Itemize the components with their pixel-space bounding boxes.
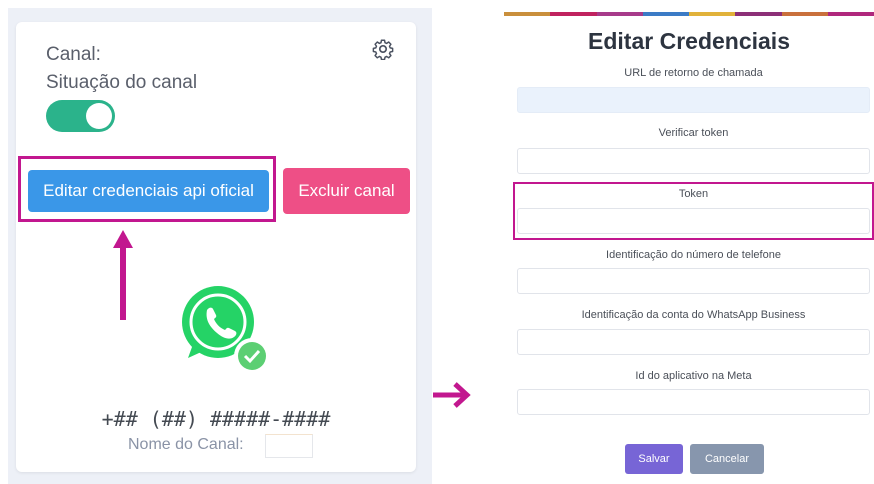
meta-app-id-label: Id do aplicativo na Meta: [635, 370, 752, 382]
cancel-button[interactable]: Cancelar: [690, 444, 764, 474]
canal-label: Canal:: [46, 44, 101, 65]
nome-do-canal-input[interactable]: [265, 434, 313, 458]
channel-status-toggle[interactable]: [46, 100, 115, 132]
callback-url-input[interactable]: [517, 87, 870, 113]
edit-credentials-button[interactable]: Editar credenciais api oficial: [28, 170, 269, 212]
top-color-strip: [504, 12, 874, 16]
token-label: Token: [678, 188, 709, 200]
toggle-knob: [86, 103, 112, 129]
phone-id-label: Identificação do número de telefone: [606, 249, 781, 261]
callback-url-label: URL de retorno de chamada: [624, 67, 763, 79]
verify-token-label: Verificar token: [658, 127, 729, 139]
save-button[interactable]: Salvar: [625, 444, 683, 474]
situacao-label: Situação do canal: [46, 72, 198, 93]
business-account-id-input[interactable]: [517, 329, 870, 355]
whatsapp-icon: [182, 286, 270, 374]
phone-number: +## (##) #####-####: [101, 407, 331, 431]
phone-id-input[interactable]: [517, 268, 870, 294]
check-badge-icon: [234, 338, 270, 374]
verify-token-input[interactable]: [517, 148, 870, 174]
delete-channel-button[interactable]: Excluir canal: [283, 168, 410, 214]
gear-icon[interactable]: [372, 38, 394, 60]
arrow-up-icon: [113, 230, 133, 320]
channel-card: Canal: Situação do canal Editar credenci…: [16, 22, 416, 472]
business-account-id-label: Identificação da conta do WhatsApp Busin…: [581, 309, 806, 321]
arrow-right-icon: [433, 382, 471, 408]
token-input[interactable]: [517, 208, 870, 234]
meta-app-id-input[interactable]: [517, 389, 870, 415]
nome-do-canal-label: Nome do Canal:: [128, 436, 244, 453]
edit-credentials-title: Editar Credenciais: [588, 28, 790, 54]
